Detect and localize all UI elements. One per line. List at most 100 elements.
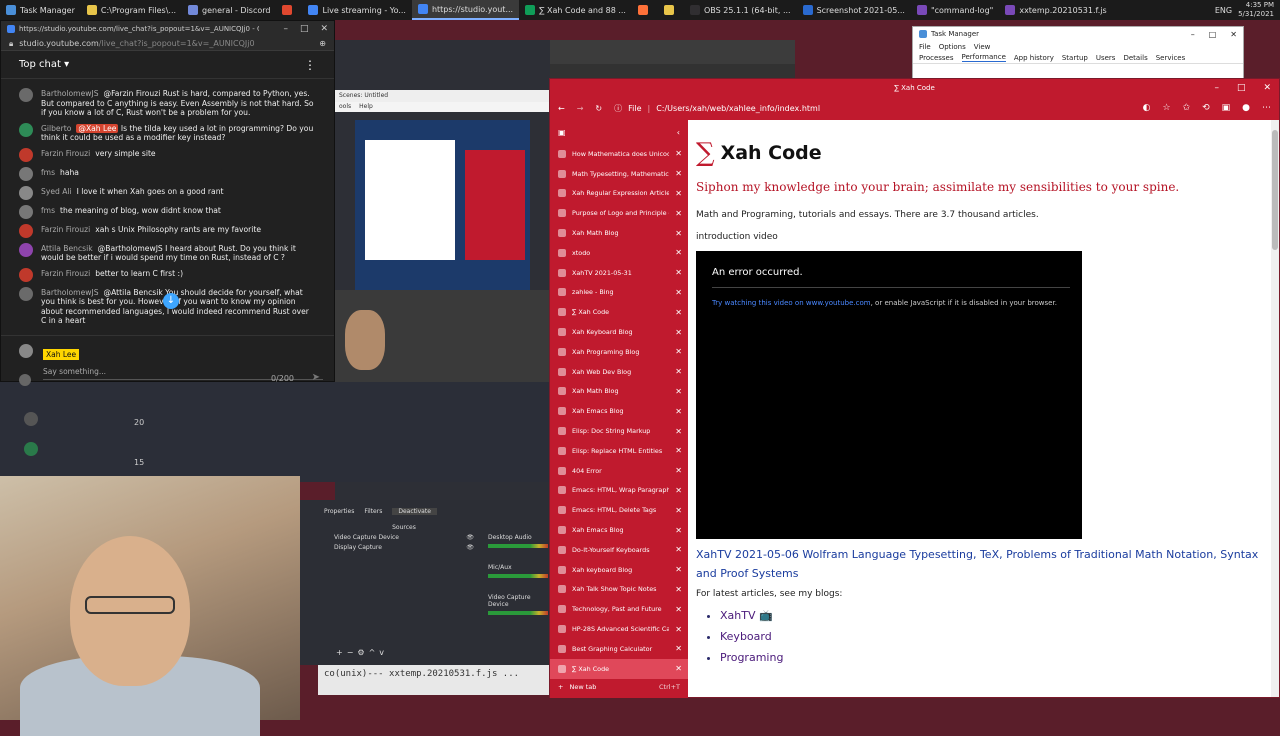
message-author[interactable]: fms (41, 206, 55, 215)
favorites-icon[interactable]: ✩ (1183, 103, 1191, 113)
task-manager-menu-item[interactable]: View (974, 43, 991, 51)
close-tab-icon[interactable]: ✕ (675, 288, 682, 297)
obs-source-item[interactable]: Video Capture Device 👁︎ (334, 534, 474, 544)
message-author[interactable]: Farzin Firouzi (41, 225, 90, 234)
obs-deactivate-button[interactable]: Deactivate (392, 508, 437, 515)
close-tab-icon[interactable]: ✕ (675, 407, 682, 416)
obs-filters-button[interactable]: Filters (364, 508, 382, 515)
close-tab-icon[interactable]: ✕ (675, 664, 682, 673)
obs-add-icon[interactable] (24, 442, 38, 456)
history-icon[interactable]: ⟲ (1202, 103, 1210, 113)
close-tab-icon[interactable]: ✕ (675, 466, 682, 475)
close-tab-icon[interactable]: ✕ (675, 605, 682, 614)
taskbar-item[interactable]: ∑ Xah Code and 88 ... (519, 0, 632, 20)
obs-volume-meter[interactable] (488, 611, 548, 615)
obs-source-item[interactable]: Display Capture 👁︎ (334, 544, 474, 554)
browser-tab[interactable]: Technology, Past and Future ✕ (550, 599, 688, 619)
back-icon[interactable]: ← (558, 104, 565, 113)
maximize-icon[interactable]: □ (1237, 83, 1246, 93)
close-tab-icon[interactable]: ✕ (675, 268, 682, 277)
close-tab-icon[interactable]: ✕ (675, 526, 682, 535)
chat-message[interactable]: Farzin Firouzi very simple site (19, 147, 316, 162)
visibility-icon[interactable]: 👁︎ (466, 544, 474, 554)
new-tab-button[interactable]: + New tab Ctrl+T (550, 676, 688, 698)
scrollbar-thumb[interactable] (1272, 130, 1278, 250)
minimize-icon[interactable]: – (1191, 30, 1195, 39)
message-author[interactable]: Gilberto (41, 124, 71, 133)
taskbar-item[interactable]: C:\Program Files\... (81, 0, 182, 20)
more-icon[interactable]: ⋮ (304, 58, 316, 72)
message-author[interactable]: Attila Bencsik (41, 244, 93, 253)
browser-tab[interactable]: Purpose of Logo and Principle of ✕ (550, 203, 688, 223)
obs-properties-button[interactable]: Properties (324, 508, 354, 515)
close-tab-icon[interactable]: ✕ (675, 308, 682, 317)
close-tab-icon[interactable]: ✕ (675, 248, 682, 257)
task-manager-tab[interactable]: Performance (961, 53, 1006, 62)
collections-icon[interactable]: ▣ (1222, 103, 1231, 113)
watch-on-youtube-link[interactable]: Try watching this video on www.youtube.c… (712, 299, 871, 307)
message-author[interactable]: BartholomewJS (41, 89, 99, 98)
chat-message[interactable]: BartholomewJS @Farzin Firouzi Rust is har… (19, 88, 316, 118)
page-scrollbar[interactable] (1271, 120, 1279, 697)
close-tab-icon[interactable]: ✕ (675, 209, 682, 218)
chat-message[interactable]: fms the meaning of blog, wow didnt know t… (19, 204, 316, 219)
message-author[interactable]: Syed Ali (41, 187, 72, 196)
taskbar-item[interactable] (632, 0, 658, 20)
task-manager-tab[interactable]: Details (1123, 54, 1147, 62)
obs-menu-help[interactable]: Help (359, 103, 373, 111)
browser-tab[interactable]: Elisp: Doc String Markup ✕ (550, 421, 688, 441)
chat-message[interactable]: Farzin Firouzi xah s Unix Philosophy rant… (19, 223, 316, 238)
zoom-icon[interactable]: ⊕ (319, 39, 326, 48)
taskbar-item[interactable]: xxtemp.20210531.f.js (999, 0, 1112, 20)
chat-message[interactable]: Gilberto @Xah Lee Is the tilda key used a… (19, 122, 316, 143)
browser-tab[interactable]: Xah Emacs Blog ✕ (550, 520, 688, 540)
obs-menu-tools[interactable]: ools (339, 103, 351, 111)
extension-icon[interactable]: ◐ (1143, 103, 1151, 113)
chat-message[interactable]: Farzin Firouzi better to learn C first :) (19, 267, 316, 282)
browser-tab[interactable]: xtodo ✕ (550, 243, 688, 263)
browser-tab[interactable]: Xah Programing Blog ✕ (550, 342, 688, 362)
blog-link[interactable]: Keyboard (720, 630, 772, 643)
browser-tab[interactable]: Xah Keyboard Blog ✕ (550, 322, 688, 342)
collapse-tabs-icon[interactable]: ‹ (677, 128, 680, 137)
browser-tab[interactable]: ∑ Xah Code ✕ (550, 302, 688, 322)
maximize-icon[interactable]: □ (300, 24, 309, 34)
close-tab-icon[interactable]: ✕ (675, 149, 682, 158)
browser-tab[interactable]: zahlee - Bing ✕ (550, 283, 688, 303)
browser-tab[interactable]: Xah Web Dev Blog ✕ (550, 362, 688, 382)
taskbar-item[interactable]: Screenshot 2021-05... (797, 0, 911, 20)
close-tab-icon[interactable]: ✕ (675, 625, 682, 634)
send-icon[interactable]: ➤ (312, 372, 320, 383)
close-icon[interactable]: ✕ (1263, 83, 1271, 93)
browser-tab[interactable]: Emacs: HTML, Wrap Paragraph ✕ (550, 481, 688, 501)
visibility-icon[interactable]: 👁︎ (466, 534, 474, 544)
close-tab-icon[interactable]: ✕ (675, 387, 682, 396)
close-tab-icon[interactable]: ✕ (675, 585, 682, 594)
close-tab-icon[interactable]: ✕ (675, 486, 682, 495)
close-icon[interactable]: ✕ (320, 24, 328, 34)
close-tab-icon[interactable]: ✕ (675, 347, 682, 356)
close-tab-icon[interactable]: ✕ (675, 328, 682, 337)
language-indicator[interactable]: ENG (1215, 6, 1232, 15)
task-manager-menu-item[interactable]: Options (939, 43, 966, 51)
taskbar-item[interactable]: https://studio.yout... (411, 0, 520, 20)
close-tab-icon[interactable]: ✕ (675, 169, 682, 178)
chat-url-bar[interactable]: 🔒︎ studio.youtube.com/live_chat?is_popou… (1, 37, 334, 51)
task-manager-tab[interactable]: Services (1156, 54, 1186, 62)
minimize-icon[interactable]: – (283, 24, 288, 34)
taskbar-item[interactable]: "command-log" (911, 0, 999, 20)
obs-volume-meter[interactable] (488, 574, 548, 578)
task-manager-menu-item[interactable]: File (919, 43, 931, 51)
browser-tab[interactable]: Best Graphing Calculator ✕ (550, 639, 688, 659)
taskbar-item[interactable]: OBS 25.1.1 (64-bit, ... (684, 0, 797, 20)
refresh-icon[interactable]: ↻ (595, 104, 602, 113)
browser-tab[interactable]: HP-28S Advanced Scientific Calc ✕ (550, 619, 688, 639)
emoji-icon[interactable] (19, 374, 31, 386)
chat-message[interactable]: Syed Ali I love it when Xah goes on a goo… (19, 185, 316, 200)
taskbar-item[interactable] (276, 0, 302, 20)
scroll-down-icon[interactable]: ↓ (163, 293, 179, 309)
taskbar-item[interactable]: Live streaming - Yo... (302, 0, 411, 20)
embedded-video[interactable]: An error occurred. Try watching this vid… (696, 251, 1082, 539)
task-manager-tab[interactable]: App history (1014, 54, 1054, 62)
browser-tab[interactable]: How Mathematica does Unicode ✕ (550, 144, 688, 164)
